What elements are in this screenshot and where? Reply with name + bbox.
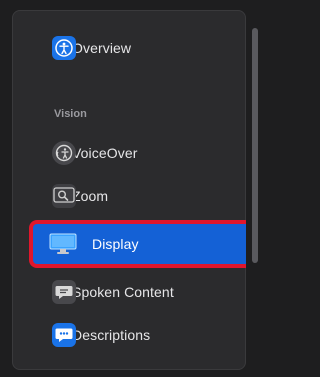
sidebar-item-zoom[interactable]: Zoom [24,176,236,216]
settings-window: Overview Vision VoiceOver Zoom Display S… [0,0,265,377]
sidebar-item-label: Descriptions [72,327,151,343]
sidebar-item-spoken-content[interactable]: Spoken Content [24,272,236,312]
sidebar-scrollbar[interactable] [252,28,258,263]
section-header-vision: Vision [54,108,87,120]
sidebar-item-display[interactable]: Display [33,224,246,264]
sidebar-item-label: Spoken Content [72,284,174,300]
sidebar-item-label: Zoom [72,188,109,204]
display-monitor-icon [49,232,77,256]
sidebar-item-overview[interactable]: Overview [24,28,236,68]
zoom-magnifier-icon [52,184,76,208]
spoken-content-bubble-icon [52,280,76,304]
descriptions-bubble-icon [52,323,76,347]
accessibility-sidebar: Overview Vision VoiceOver Zoom Display S… [12,10,246,370]
accessibility-person-icon [52,36,76,60]
sidebar-item-label: VoiceOver [72,145,138,161]
sidebar-item-descriptions[interactable]: Descriptions [24,315,236,355]
sidebar-item-label: Overview [72,40,132,56]
sidebar-item-voiceover[interactable]: VoiceOver [24,133,236,173]
sidebar-item-label: Display [92,236,139,252]
voiceover-icon [52,141,76,165]
